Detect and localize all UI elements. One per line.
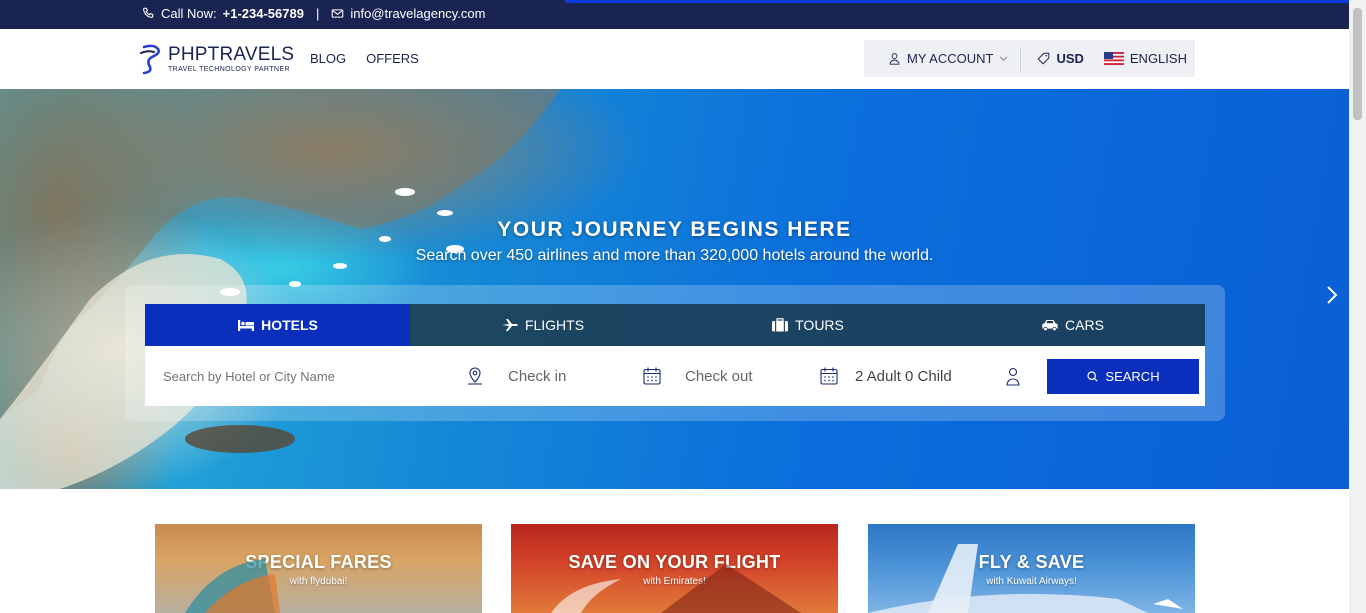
hero-banner: YOUR JOURNEY BEGINS HERE Search over 450… xyxy=(0,89,1349,489)
chevron-right-icon[interactable] xyxy=(1324,285,1340,305)
promo-card-emirates[interactable]: SAVE ON YOUR FLIGHT with Emirates! xyxy=(511,524,838,613)
checkin-placeholder: Check in xyxy=(508,367,567,385)
tab-hotels[interactable]: HOTELS xyxy=(145,304,410,346)
phone-icon xyxy=(143,7,154,18)
scrollbar-thumb[interactable] xyxy=(1353,8,1362,120)
logo-icon xyxy=(140,44,161,75)
search-icon xyxy=(1087,370,1099,382)
car-icon xyxy=(1042,320,1058,332)
search-button-label: SEARCH xyxy=(1105,368,1160,384)
call-now-label: Call Now: xyxy=(161,6,217,21)
guests-value: 2 Adult 0 Child xyxy=(855,367,952,385)
logo-title: PHPTRAVELS xyxy=(168,44,295,65)
plane-icon xyxy=(501,319,518,331)
toolbar-divider xyxy=(1020,46,1022,71)
checkout-placeholder: Check out xyxy=(685,367,753,385)
site-header: PHPTRAVELS TRAVEL TECHNOLOGY PARTNER BLO… xyxy=(0,29,1349,89)
page-load-progress-bar xyxy=(565,0,1349,3)
search-tabs: HOTELS FLIGHTS TOURS CARS xyxy=(145,304,1205,346)
calendar-icon xyxy=(643,367,661,385)
topbar-separator: | xyxy=(315,6,320,21)
tab-hotels-label: HOTELS xyxy=(261,317,318,333)
top-bar: Call Now: +1-234-56789 | info@travelagen… xyxy=(0,0,1349,29)
promo-card-kuwait-airways[interactable]: FLY & SAVE with Kuwait Airways! xyxy=(868,524,1195,613)
currency-selector[interactable]: USD xyxy=(1037,51,1084,66)
nav-offers-link[interactable]: OFFERS xyxy=(366,51,419,66)
site-logo[interactable]: PHPTRAVELS TRAVEL TECHNOLOGY PARTNER xyxy=(138,43,294,75)
checkin-field[interactable]: Check in xyxy=(493,366,670,386)
main-nav: BLOG OFFERS xyxy=(310,51,419,66)
pyramid-image xyxy=(551,564,801,613)
suitcase-icon xyxy=(772,318,789,332)
account-toolbar: MY ACCOUNT USD ENGLISH xyxy=(864,40,1195,77)
tag-icon xyxy=(1037,52,1050,65)
bed-icon xyxy=(238,320,255,331)
user-icon xyxy=(889,53,900,65)
destination-input[interactable] xyxy=(163,368,423,384)
tab-tours[interactable]: TOURS xyxy=(675,304,940,346)
language-selector[interactable]: ENGLISH xyxy=(1103,51,1187,66)
user-icon xyxy=(1006,367,1020,386)
logo-tagline: TRAVEL TECHNOLOGY PARTNER xyxy=(168,66,290,73)
search-button[interactable]: SEARCH xyxy=(1047,358,1199,394)
tab-flights[interactable]: FLIGHTS xyxy=(410,304,675,346)
chevron-down-icon xyxy=(999,56,1008,62)
hero-subtitle: Search over 450 airlines and more than 3… xyxy=(415,247,934,264)
my-account-dropdown[interactable]: MY ACCOUNT xyxy=(888,51,1008,66)
nav-blog-link[interactable]: BLOG xyxy=(310,51,346,66)
plane-tail-image xyxy=(185,559,280,613)
top-bar-contact: Call Now: +1-234-56789 | info@travelagen… xyxy=(142,6,485,21)
currency-label: USD xyxy=(1056,51,1084,66)
email-link[interactable]: info@travelagency.com xyxy=(350,6,485,21)
destination-field xyxy=(145,366,493,386)
my-account-label: MY ACCOUNT xyxy=(907,51,994,66)
tab-tours-label: TOURS xyxy=(795,317,844,333)
envelope-icon xyxy=(332,9,344,18)
tab-cars[interactable]: CARS xyxy=(940,304,1205,346)
language-label: ENGLISH xyxy=(1129,51,1187,66)
calendar-icon xyxy=(820,367,838,385)
hero-title: YOUR JOURNEY BEGINS HERE xyxy=(497,218,852,241)
us-flag-icon xyxy=(1103,52,1124,65)
promo-cards: SPECIAL FARES with flydubai! SAVE ON YOU… xyxy=(155,524,1195,613)
location-pin-icon xyxy=(468,367,482,385)
phone-number-link[interactable]: +1-234-56789 xyxy=(223,6,304,21)
hotel-search-form: Check in Check out 2 Adult 0 Child SEARC… xyxy=(145,346,1205,406)
page-scrollbar[interactable] xyxy=(1349,0,1366,613)
search-panel: HOTELS FLIGHTS TOURS CARS Check in xyxy=(125,285,1225,421)
guests-field[interactable]: 2 Adult 0 Child xyxy=(847,366,1047,386)
checkout-field[interactable]: Check out xyxy=(670,366,847,386)
tab-cars-label: CARS xyxy=(1065,317,1104,333)
promo-card-flydubai[interactable]: SPECIAL FARES with flydubai! xyxy=(155,524,482,613)
airplane-image xyxy=(868,544,1183,613)
tab-flights-label: FLIGHTS xyxy=(524,317,585,333)
